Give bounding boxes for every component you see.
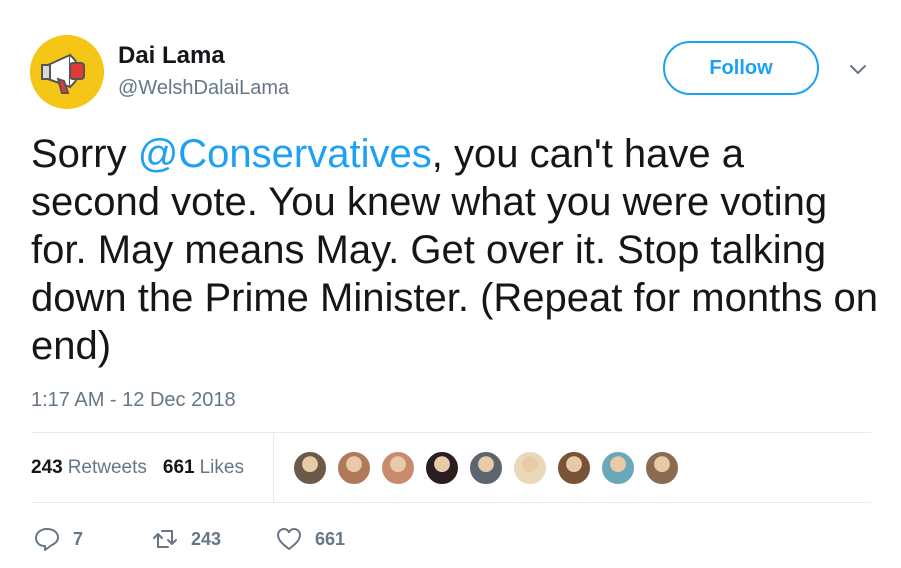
retweet-button[interactable]: 243 — [151, 525, 275, 553]
likers-avatars — [292, 450, 688, 486]
heart-icon — [277, 528, 301, 550]
avatar[interactable] — [30, 35, 104, 109]
liker-avatar[interactable] — [600, 450, 636, 486]
reply-count: 7 — [73, 528, 84, 549]
follow-button[interactable]: Follow — [663, 41, 819, 95]
retweet-icon — [153, 530, 177, 548]
mention-link[interactable]: @Conservatives — [138, 132, 432, 176]
megaphone-icon — [30, 35, 104, 109]
likes-stat[interactable]: 661 Likes — [163, 457, 244, 479]
liker-avatar[interactable] — [336, 450, 372, 486]
tweet-actions: 7 243 661 — [33, 525, 345, 553]
user-handle[interactable]: @WelshDalaiLama — [118, 77, 289, 100]
liker-avatar[interactable] — [468, 450, 504, 486]
tweet-text: Sorry @Conservatives, you can't have a s… — [31, 130, 881, 370]
tweet-stats: 243 Retweets 661 Likes — [31, 457, 244, 479]
tweet-text-start: Sorry — [31, 132, 138, 176]
retweets-count: 243 — [31, 457, 63, 478]
likes-count: 661 — [162, 457, 195, 478]
divider — [273, 433, 274, 502]
likes-label: Likes — [199, 457, 244, 478]
user-name[interactable]: Dai Lama — [118, 42, 225, 70]
retweet-count: 243 — [191, 528, 222, 549]
reply-icon — [35, 528, 59, 551]
like-button[interactable]: 661 — [275, 525, 345, 553]
liker-avatar[interactable] — [424, 450, 460, 486]
liker-avatar[interactable] — [512, 450, 548, 486]
liker-avatar[interactable] — [556, 450, 592, 486]
tweet-timestamp[interactable]: 1:17 AM - 12 Dec 2018 — [31, 389, 236, 412]
retweets-stat[interactable]: 243 Retweets — [31, 457, 147, 479]
chevron-down-icon[interactable] — [846, 58, 870, 82]
liker-avatar[interactable] — [380, 450, 416, 486]
retweets-label: Retweets — [67, 457, 147, 478]
liker-avatar[interactable] — [292, 450, 328, 486]
divider — [31, 432, 871, 433]
like-count: 661 — [315, 528, 346, 549]
liker-avatar[interactable] — [644, 450, 680, 486]
divider — [31, 502, 871, 503]
reply-button[interactable]: 7 — [33, 525, 151, 553]
